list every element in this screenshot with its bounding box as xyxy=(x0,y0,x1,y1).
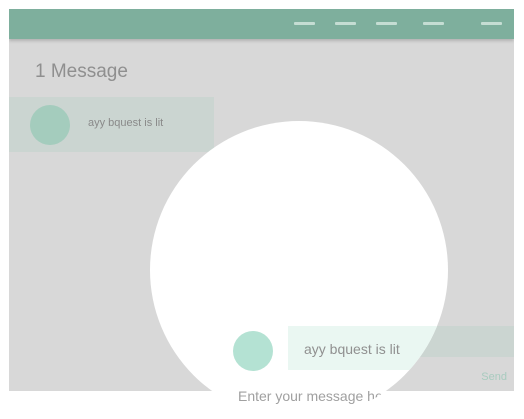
nav-menu-item-3[interactable] xyxy=(376,22,397,25)
avatar-magnified xyxy=(233,331,273,371)
nav-menu-item-1[interactable] xyxy=(294,22,315,25)
top-bar xyxy=(9,9,514,39)
message-count-title: 1 Message xyxy=(35,61,128,82)
message-bubble-magnified: ayy bquest is lit xyxy=(288,326,448,370)
avatar xyxy=(30,105,70,145)
nav-menu-item-4[interactable] xyxy=(423,22,444,25)
message-list-item[interactable]: ayy bquest is lit xyxy=(9,97,214,152)
magnifier-lens: ayy bquest is lit Enter your message her… xyxy=(150,121,448,419)
message-text-magnified: ayy bquest is lit xyxy=(304,341,400,357)
nav-menu-item-5[interactable] xyxy=(481,22,502,25)
message-preview-text: ayy bquest is lit xyxy=(88,117,164,129)
nav-menu-item-2[interactable] xyxy=(335,22,356,25)
send-button[interactable]: Send xyxy=(481,371,507,383)
message-input[interactable]: Enter your message here xyxy=(238,388,395,404)
